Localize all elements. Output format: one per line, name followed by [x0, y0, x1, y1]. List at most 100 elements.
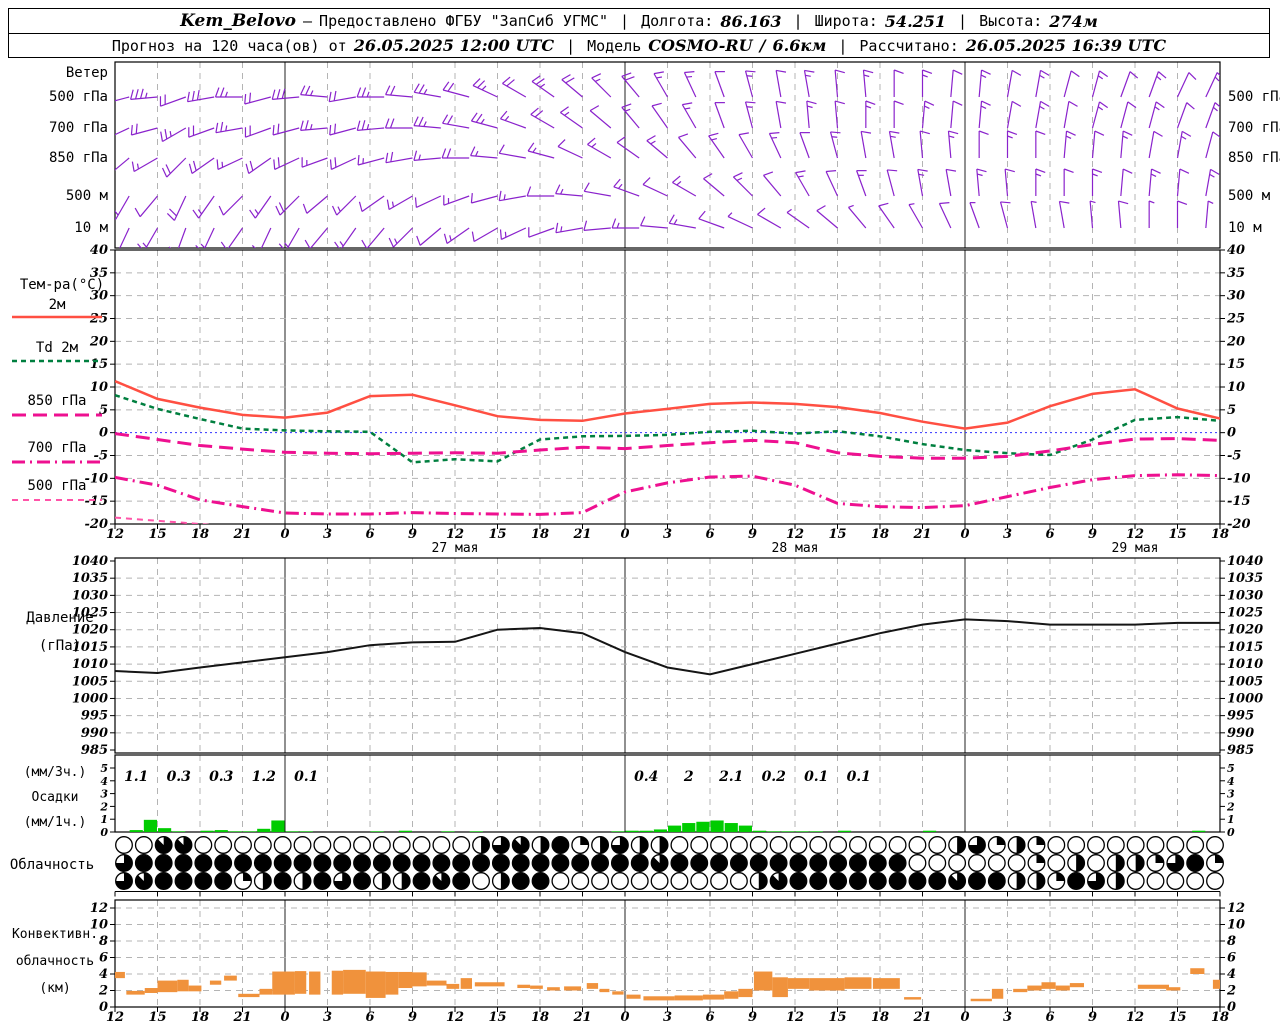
- temp-series: [115, 379, 1220, 524]
- barb-staff: [584, 190, 611, 197]
- barb-half-feather: [423, 88, 428, 95]
- barb-feather: [893, 69, 904, 74]
- barb-staff: [1148, 71, 1159, 98]
- precip-bar: [781, 831, 795, 832]
- barb-half-feather: [908, 203, 915, 206]
- separator: |: [958, 12, 968, 30]
- x-tick-label: 21: [912, 1010, 931, 1024]
- wind-barb: [829, 131, 841, 159]
- convective-cloud-block: [809, 978, 845, 991]
- cloud-fill: [175, 855, 192, 871]
- wind-panel: Ветер 500 гПа 500 гПа 700 гПа 700 гПа 850 гПа…: [49, 61, 1280, 249]
- wind-barb: [587, 137, 612, 159]
- barb-staff: [803, 70, 810, 98]
- cloud-fill: [473, 855, 489, 871]
- barb-feather: [414, 197, 417, 208]
- wind-barb: [1063, 70, 1080, 98]
- barb-feather: [948, 130, 959, 135]
- barb-half-feather: [1209, 173, 1215, 178]
- barb-staff: [1148, 169, 1153, 197]
- temp-y-label-left: 0: [99, 426, 108, 441]
- barb-staff: [341, 227, 357, 248]
- wind-barb: [703, 173, 725, 197]
- cloud-fill: [948, 872, 966, 890]
- barb-feather: [135, 89, 139, 100]
- barb-half-feather: [560, 188, 564, 195]
- x-tick-label: 15: [148, 1010, 166, 1024]
- convective-cloud-block: [787, 978, 810, 989]
- wind-barb: [611, 218, 640, 229]
- wind-barb: [816, 205, 838, 229]
- wind-barb: [698, 210, 725, 229]
- x-tick-label: 3: [663, 1010, 672, 1024]
- barb-feather: [531, 75, 541, 83]
- cloud-circle: [630, 872, 649, 890]
- barb-feather: [1059, 200, 1070, 204]
- precip-bar: [143, 819, 157, 832]
- barb-staff: [413, 157, 441, 161]
- barb-half-feather: [798, 175, 804, 178]
- temp-legend-label: 700 гПа: [27, 440, 86, 456]
- x-tick-label: 18: [871, 1010, 889, 1024]
- barb-half-feather: [656, 76, 663, 79]
- barb-feather: [795, 170, 806, 174]
- wind-barb: [1035, 130, 1046, 158]
- barb-half-feather: [366, 124, 370, 130]
- header: Kem_Belovo – Предоставлено ФГБУ "ЗапСиб …: [8, 8, 1270, 58]
- barb-feather: [446, 148, 452, 159]
- barb-feather: [188, 163, 193, 174]
- barb-feather: [1179, 168, 1190, 174]
- temp-y-label-right: 15: [1227, 357, 1245, 372]
- barb-feather: [443, 233, 448, 244]
- convective-cloud-block: [599, 988, 610, 993]
- barb-half-feather: [310, 90, 314, 96]
- temperature-panel: 40 4035 3530 3025 2520 2015 1510 105 50 0-5 -5-10-…: [12, 243, 1251, 556]
- barb-half-feather: [225, 125, 228, 132]
- barb-feather: [131, 161, 135, 172]
- barb-feather: [470, 112, 478, 122]
- cloud-fill: [711, 855, 727, 871]
- convective-cloud-block: [564, 986, 582, 991]
- barb-staff: [442, 89, 470, 98]
- barb-feather: [192, 160, 197, 171]
- wind-barb: [272, 123, 300, 136]
- barb-feather: [1210, 168, 1220, 175]
- barb-feather: [776, 100, 787, 104]
- forecast-start-time: 26.05.2025 12:00 UTC: [353, 36, 555, 55]
- barb-half-feather: [807, 105, 813, 109]
- barb-feather: [277, 157, 280, 168]
- barb-staff: [978, 101, 983, 129]
- barb-staff: [1120, 101, 1129, 129]
- cloud-fill: [691, 855, 708, 871]
- cloud-fill: [600, 836, 609, 854]
- barb-half-feather: [1007, 135, 1013, 139]
- wind-level-label-right: 500 гПа: [1228, 89, 1280, 105]
- wind-barb: [471, 227, 498, 243]
- barb-feather: [889, 130, 900, 134]
- barb-feather: [1000, 201, 1011, 204]
- barb-staff: [1117, 201, 1122, 229]
- x-tick-label: 0: [960, 1010, 969, 1024]
- barb-feather: [678, 133, 689, 138]
- x-tick-label: 12: [786, 527, 804, 542]
- barb-feather: [361, 120, 366, 131]
- barb-staff: [672, 181, 697, 197]
- wind-barb: [443, 195, 470, 206]
- wind-barb: [441, 148, 470, 159]
- wind-barb: [921, 100, 935, 129]
- barb-half-feather: [539, 83, 546, 88]
- barb-feather: [502, 76, 511, 84]
- wind-barb: [498, 190, 526, 202]
- wind-barb: [386, 195, 413, 211]
- barb-feather: [472, 78, 481, 87]
- wind-barb: [616, 136, 640, 159]
- cloud-fill: [243, 872, 252, 881]
- cloud-circle: [908, 836, 927, 854]
- wind-barb: [304, 227, 328, 248]
- temp-legend-label: Td 2м: [36, 340, 79, 356]
- x-tick-label: 3: [1003, 1010, 1012, 1024]
- barb-feather: [413, 83, 420, 93]
- cloud-circle: [1106, 836, 1125, 854]
- wind-barb: [357, 154, 385, 166]
- barb-feather: [130, 89, 134, 100]
